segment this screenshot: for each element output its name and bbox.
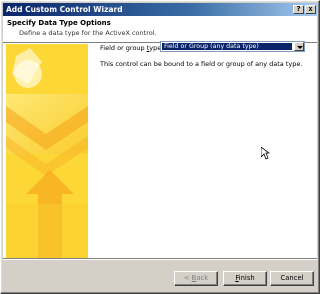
field-type-label: Field or group type: bbox=[100, 44, 163, 52]
close-button[interactable]: x bbox=[305, 5, 316, 14]
back-button-prefix: < bbox=[183, 274, 192, 282]
window-title: Add Custom Control Wizard bbox=[6, 5, 123, 14]
field-type-label-pre: Field or group bbox=[100, 44, 147, 52]
wizard-header: Specify Data Type Options Define a data … bbox=[3, 16, 317, 42]
title-bar[interactable]: Add Custom Control Wizard ? x bbox=[3, 3, 317, 16]
chevron-down-icon[interactable] bbox=[294, 42, 304, 51]
page-title: Specify Data Type Options bbox=[7, 19, 111, 27]
field-type-dropdown[interactable]: Field or Group (any data type) bbox=[160, 41, 305, 52]
mouse-cursor-icon bbox=[261, 147, 270, 160]
cancel-button[interactable]: Cancel bbox=[270, 271, 314, 286]
back-button[interactable]: < Back bbox=[174, 271, 218, 286]
finish-button[interactable]: Finish bbox=[223, 271, 267, 286]
footer-separator bbox=[3, 258, 317, 260]
wizard-content: Field or group type: Field or Group (any… bbox=[3, 41, 317, 258]
help-button[interactable]: ? bbox=[293, 5, 304, 14]
wizard-side-graphic bbox=[6, 44, 88, 258]
back-button-label: ack bbox=[196, 274, 209, 282]
finish-button-label: inish bbox=[238, 274, 255, 282]
page-subtitle: Define a data type for the ActiveX contr… bbox=[19, 29, 157, 37]
binding-description: This control can be bound to a field or … bbox=[100, 60, 303, 68]
wizard-window: Add Custom Control Wizard ? x Specify Da… bbox=[0, 0, 320, 294]
side-graphic-art bbox=[6, 44, 88, 258]
field-type-selected-value: Field or Group (any data type) bbox=[162, 43, 292, 50]
